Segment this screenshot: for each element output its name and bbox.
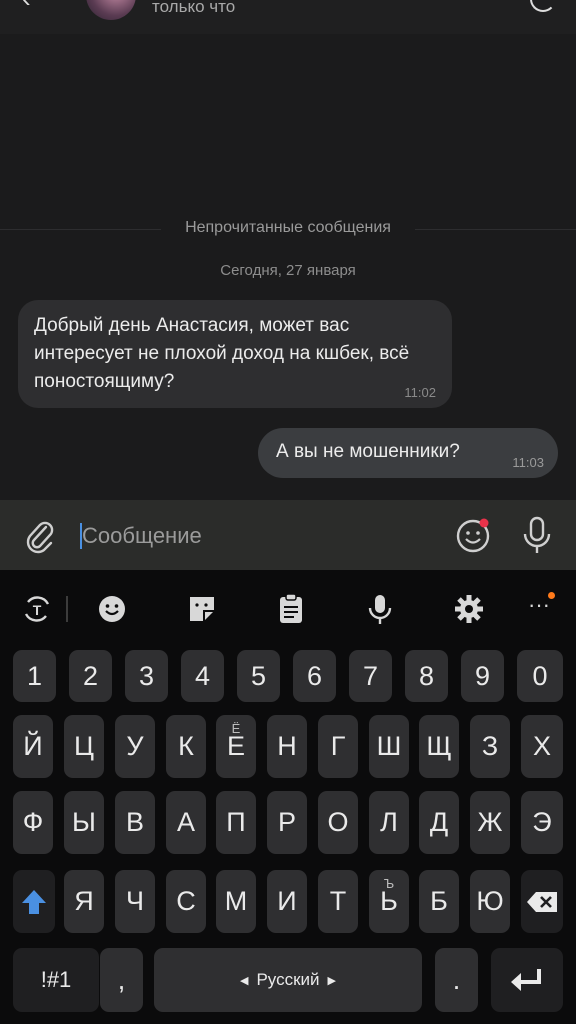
keyboard-toolbar: T ···: [0, 570, 576, 646]
period-key[interactable]: .: [435, 948, 478, 1012]
sticker-icon[interactable]: [185, 592, 219, 626]
message-time: 11:02: [404, 385, 436, 400]
backspace-key[interactable]: [521, 870, 563, 933]
key-л[interactable]: Л: [369, 791, 409, 854]
mic-icon[interactable]: [363, 592, 397, 626]
key-ж[interactable]: Ж: [470, 791, 510, 854]
emoji-icon[interactable]: [454, 516, 492, 554]
avatar[interactable]: [86, 0, 136, 20]
key-с[interactable]: С: [166, 870, 206, 933]
clipboard-icon[interactable]: [274, 592, 308, 626]
key-0[interactable]: 0: [517, 650, 563, 702]
key-х[interactable]: Х: [521, 715, 563, 778]
key-й[interactable]: Й: [13, 715, 53, 778]
incoming-message[interactable]: Добрый день Анастасия, может вас интерес…: [18, 300, 452, 408]
message-text: А вы не мошенники?: [276, 441, 460, 462]
alt-char: Ъ: [383, 876, 395, 891]
key-ь[interactable]: Ъ Ь: [369, 870, 409, 933]
unread-label-wrap: Непрочитанные сообщения: [0, 219, 576, 237]
key-7[interactable]: 7: [349, 650, 392, 702]
key-щ[interactable]: Щ: [419, 715, 459, 778]
mic-icon[interactable]: [522, 516, 552, 556]
key-у[interactable]: У: [115, 715, 155, 778]
unread-label: Непрочитанные сообщения: [161, 219, 415, 236]
key-5[interactable]: 5: [237, 650, 280, 702]
toolbar-divider: [66, 596, 68, 622]
space-language-label: Русский: [256, 970, 320, 989]
key-1[interactable]: 1: [13, 650, 56, 702]
key-г[interactable]: Г: [318, 715, 358, 778]
keyboard: T ··· 1 2 3 4 5 6 7 8 9 0 Й Ц У К Ё Е Н …: [0, 570, 576, 1024]
translate-icon[interactable]: T: [20, 592, 54, 626]
enter-icon: [511, 969, 541, 991]
key-3[interactable]: 3: [125, 650, 168, 702]
key-4[interactable]: 4: [181, 650, 224, 702]
key-н[interactable]: Н: [267, 715, 307, 778]
enter-key[interactable]: [491, 948, 563, 1012]
key-э[interactable]: Э: [521, 791, 563, 854]
space-key[interactable]: ◀ Русский ▶: [154, 948, 422, 1012]
paperclip-icon[interactable]: [24, 518, 54, 554]
key-2[interactable]: 2: [69, 650, 112, 702]
key-ю[interactable]: Ю: [470, 870, 510, 933]
key-к[interactable]: К: [166, 715, 206, 778]
key-р[interactable]: Р: [267, 791, 307, 854]
emoji-icon[interactable]: [95, 592, 129, 626]
shift-key[interactable]: [13, 870, 55, 933]
svg-text:T: T: [33, 602, 42, 618]
key-в[interactable]: В: [115, 791, 155, 854]
last-seen-status: только что: [152, 0, 236, 16]
key-ф[interactable]: Ф: [13, 791, 53, 854]
back-arrow-icon[interactable]: ‹: [22, 0, 42, 11]
notification-dot: [548, 592, 555, 599]
comma-key[interactable]: ,: [100, 948, 143, 1012]
key-о[interactable]: О: [318, 791, 358, 854]
key-е[interactable]: Ё Е: [216, 715, 256, 778]
key-6[interactable]: 6: [293, 650, 336, 702]
symbols-key[interactable]: !#1: [13, 948, 99, 1012]
message-input[interactable]: [82, 518, 412, 554]
key-ы[interactable]: Ы: [64, 791, 104, 854]
key-и[interactable]: И: [267, 870, 307, 933]
outgoing-message[interactable]: А вы не мошенники? 11:03: [258, 428, 558, 478]
key-ш[interactable]: Ш: [369, 715, 409, 778]
key-я[interactable]: Я: [64, 870, 104, 933]
chevron-left-icon: ◀: [239, 974, 249, 987]
key-а[interactable]: А: [166, 791, 206, 854]
key-п[interactable]: П: [216, 791, 256, 854]
key-д[interactable]: Д: [419, 791, 459, 854]
message-text: Добрый день Анастасия, может вас интерес…: [34, 315, 410, 392]
shift-arrow-icon: [22, 889, 46, 914]
message-time: 11:03: [512, 455, 544, 470]
backspace-icon: [527, 891, 557, 912]
key-т[interactable]: Т: [318, 870, 358, 933]
alt-char: Ё: [231, 721, 241, 736]
key-8[interactable]: 8: [405, 650, 448, 702]
key-б[interactable]: Б: [419, 870, 459, 933]
key-м[interactable]: М: [216, 870, 256, 933]
gear-icon[interactable]: [452, 592, 486, 626]
date-separator: Сегодня, 27 января: [220, 262, 356, 279]
key-9[interactable]: 9: [461, 650, 504, 702]
call-icon[interactable]: [530, 0, 556, 12]
chevron-right-icon: ▶: [327, 974, 336, 987]
key-з[interactable]: З: [470, 715, 510, 778]
key-ц[interactable]: Ц: [64, 715, 104, 778]
key-ч[interactable]: Ч: [115, 870, 155, 933]
chat-header: ‹ только что: [0, 0, 576, 34]
